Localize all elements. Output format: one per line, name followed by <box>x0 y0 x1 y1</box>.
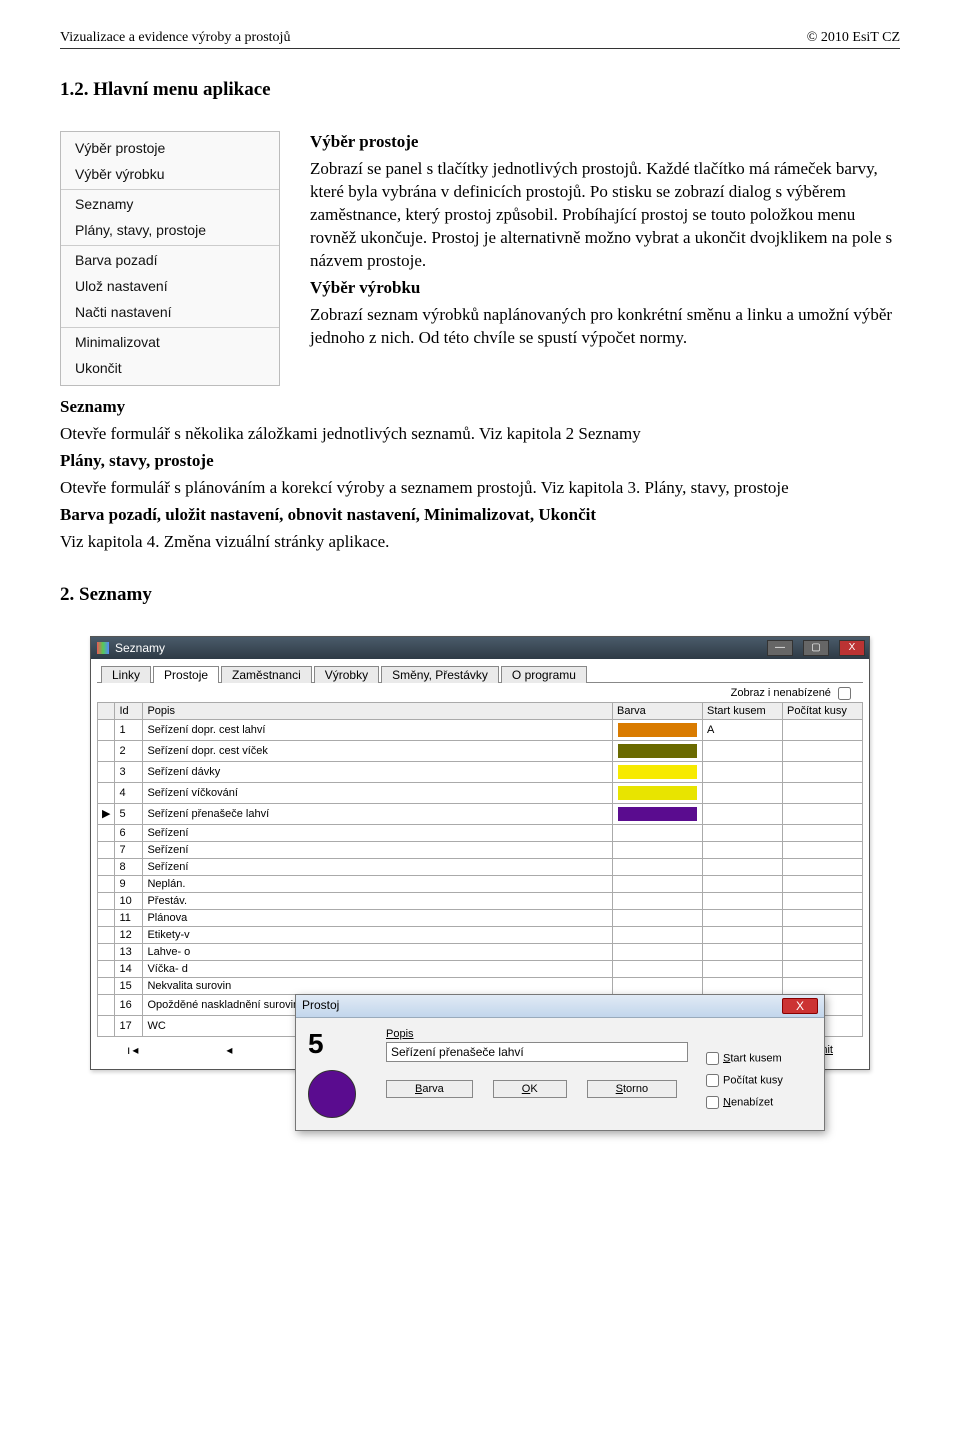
popis-input[interactable] <box>386 1042 688 1062</box>
column-header[interactable]: Id <box>115 702 143 719</box>
column-header[interactable]: Barva <box>613 702 703 719</box>
prostoje-grid[interactable]: IdPopisBarvaStart kusemPočítat kusy 1Seř… <box>97 702 863 1037</box>
table-row[interactable]: 9Neplán. <box>98 875 863 892</box>
nenabizet-check[interactable]: Nenabízet <box>702 1093 812 1112</box>
dialog-close-button[interactable]: X <box>782 998 818 1014</box>
header-right: © 2010 EsiT CZ <box>807 30 900 46</box>
p-seznamy: Otevře formulář s několika záložkami jed… <box>60 423 900 446</box>
column-header[interactable]: Start kusem <box>703 702 783 719</box>
menu-item[interactable]: Ulož nastavení <box>61 274 279 300</box>
table-row[interactable]: 3Seřízení dávky <box>98 761 863 782</box>
popis-label: Popis <box>386 1028 688 1040</box>
tab-sm-ny-p-est-vky[interactable]: Směny, Přestávky <box>381 666 499 683</box>
ok-button[interactable]: OK <box>493 1080 567 1098</box>
table-row[interactable]: 2Seřízení dopr. cest víček <box>98 740 863 761</box>
table-row[interactable]: 8Seřízení <box>98 858 863 875</box>
section2-title: 2. Seznamy <box>60 584 900 606</box>
menu-item[interactable]: Výběr výrobku <box>61 162 279 188</box>
table-row[interactable]: 4Seřízení víčkování <box>98 782 863 803</box>
close-button[interactable]: X <box>839 640 865 656</box>
table-row[interactable]: 10Přestáv. <box>98 892 863 909</box>
table-row[interactable]: 15Nekvalita surovin <box>98 977 863 994</box>
show-not-offered[interactable]: Zobraz i nenabízené <box>731 687 853 699</box>
table-row[interactable]: 12Etikety-v <box>98 926 863 943</box>
menu-item[interactable]: Plány, stavy, prostoje <box>61 218 279 244</box>
h-plany: Plány, stavy, prostoje <box>60 450 900 473</box>
menu-item[interactable]: Minimalizovat <box>61 330 279 356</box>
menu-item[interactable]: Ukončit <box>61 356 279 382</box>
show-not-offered-checkbox[interactable] <box>838 687 851 700</box>
section-title: 1.2. Hlavní menu aplikace <box>60 79 900 101</box>
menu-item[interactable]: Načti nastavení <box>61 300 279 326</box>
h-vyber-prostoje: Výběr prostoje <box>310 131 900 154</box>
p-vyber-vyrobku: Zobrazí seznam výrobků naplánovaných pro… <box>310 304 900 350</box>
table-row[interactable]: 11Plánova <box>98 909 863 926</box>
color-swatch <box>308 1070 356 1118</box>
nav-first[interactable]: ı◂ <box>127 1043 140 1057</box>
tab-v-robky[interactable]: Výrobky <box>314 666 379 683</box>
dialog-title: Prostoj <box>302 998 782 1014</box>
column-header[interactable]: Počítat kusy <box>783 702 863 719</box>
p-plany: Otevře formulář s plánováním a korekcí v… <box>60 477 900 500</box>
h-barva: Barva pozadí, uložit nastavení, obnovit … <box>60 504 900 527</box>
nav-prev[interactable]: ◂ <box>226 1043 234 1057</box>
table-row[interactable]: ▶5Seřízení přenašeče lahví <box>98 803 863 824</box>
storno-button[interactable]: Storno <box>587 1080 677 1098</box>
column-header[interactable]: Popis <box>143 702 613 719</box>
tab-o-programu[interactable]: O programu <box>501 666 587 683</box>
window-title: Seznamy <box>115 641 761 655</box>
p-barva: Viz kapitola 4. Změna vizuální stránky a… <box>60 531 900 554</box>
header-left: Vizualizace a evidence výroby a prostojů <box>60 30 290 46</box>
minimize-button[interactable]: — <box>767 640 793 656</box>
prostoj-dialog: Prostoj X 5 Popis Barva OK Storno Start … <box>295 994 825 1131</box>
start-kusem-check[interactable]: Start kusem <box>702 1049 812 1068</box>
barva-button[interactable]: Barva <box>386 1080 473 1098</box>
menu-item[interactable]: Výběr prostoje <box>61 136 279 162</box>
table-row[interactable]: 1Seřízení dopr. cest lahvíA <box>98 719 863 740</box>
tab-zam-stnanci[interactable]: Zaměstnanci <box>221 666 312 683</box>
h-seznamy: Seznamy <box>60 396 900 419</box>
tab-linky[interactable]: Linky <box>101 666 151 683</box>
app-main-menu-screenshot: Výběr prostojeVýběr výrobku SeznamyPlány,… <box>60 131 280 386</box>
p-vyber-prostoje: Zobrazí se panel s tlačítky jednotlivých… <box>310 158 900 273</box>
bar-icon <box>97 642 109 654</box>
tab-prostoje[interactable]: Prostoje <box>153 666 219 683</box>
dialog-id: 5 <box>308 1028 372 1060</box>
table-row[interactable]: 6Seřízení <box>98 824 863 841</box>
pocitat-kusy-check[interactable]: Počítat kusy <box>702 1071 812 1090</box>
menu-item[interactable]: Seznamy <box>61 192 279 218</box>
h-vyber-vyrobku: Výběr výrobku <box>310 277 900 300</box>
table-row[interactable]: 13Lahve- o <box>98 943 863 960</box>
menu-item[interactable]: Barva pozadí <box>61 248 279 274</box>
table-row[interactable]: 7Seřízení <box>98 841 863 858</box>
maximize-button[interactable]: ▢ <box>803 640 829 656</box>
table-row[interactable]: 14Víčka- d <box>98 960 863 977</box>
